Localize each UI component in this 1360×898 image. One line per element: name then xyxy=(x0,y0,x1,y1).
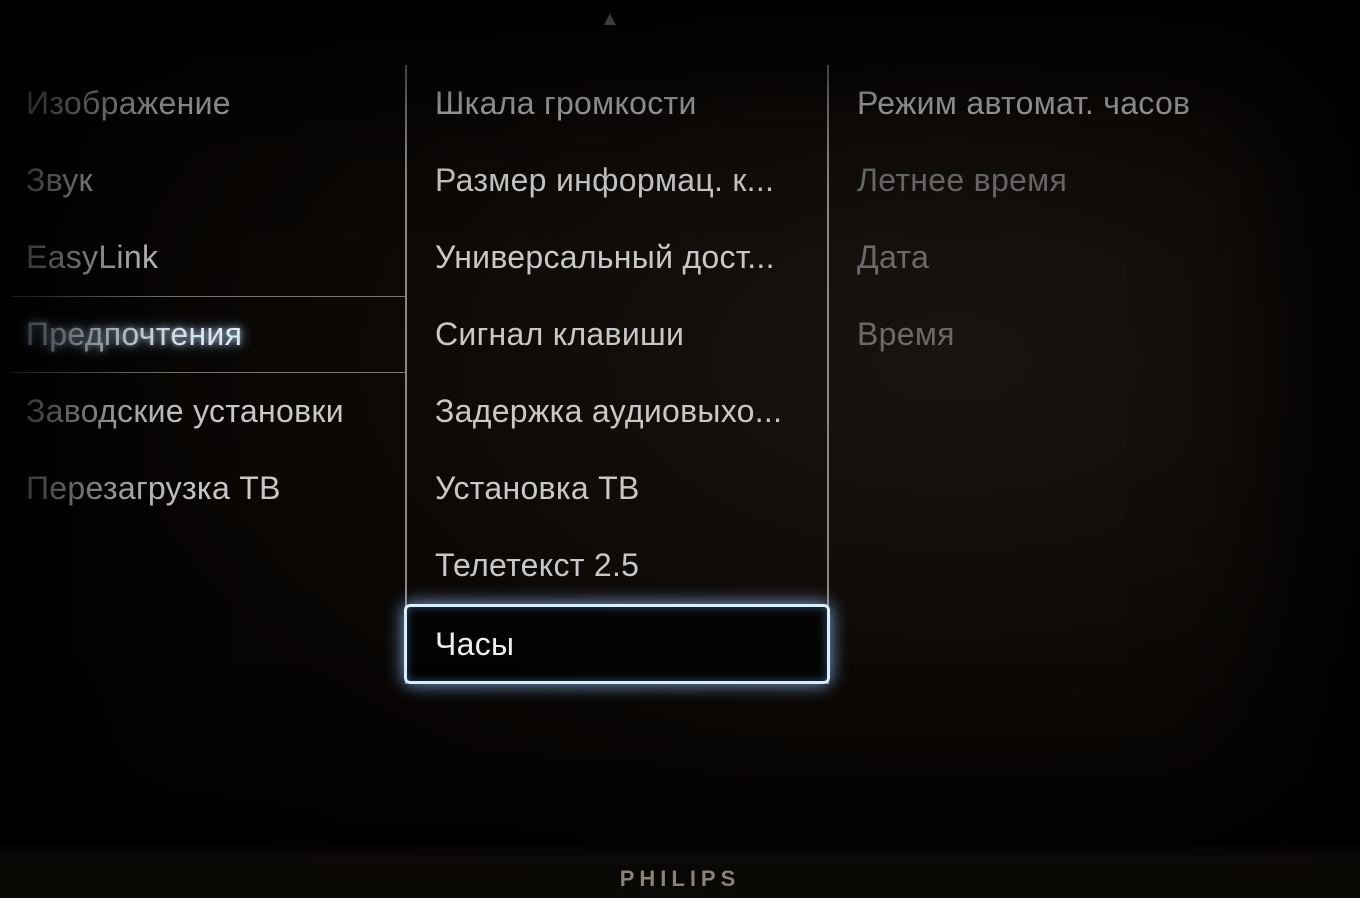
menu-item-clock[interactable]: Часы xyxy=(404,604,830,684)
scroll-up-icon[interactable]: ▲ xyxy=(600,8,620,31)
menu-item-auto-clock[interactable]: Режим автомат. часов xyxy=(829,65,1239,142)
menu-item-info-size[interactable]: Размер информац. к... xyxy=(407,142,827,219)
menu-item-tv-setup[interactable]: Установка ТВ xyxy=(407,450,827,527)
menu-column-right: Режим автомат. часов Летнее время Дата В… xyxy=(829,65,1239,684)
menu-item-key-beep[interactable]: Сигнал клавиши xyxy=(407,296,827,373)
brand-logo: PHILIPS xyxy=(620,866,741,892)
menu-item-preferences[interactable]: Предпочтения xyxy=(12,296,405,373)
menu-item-reboot[interactable]: Перезагрузка ТВ xyxy=(12,450,405,527)
menu-item-sound[interactable]: Звук xyxy=(12,142,405,219)
menu-container: Изображение Звук EasyLink Предпочтения З… xyxy=(12,65,1242,684)
menu-item-image[interactable]: Изображение xyxy=(12,65,405,142)
menu-column-left: Изображение Звук EasyLink Предпочтения З… xyxy=(12,65,407,684)
menu-item-time: Время xyxy=(829,296,1239,373)
menu-column-middle: Шкала громкости Размер информац. к... Ун… xyxy=(407,65,829,684)
menu-item-volume-bar[interactable]: Шкала громкости xyxy=(407,65,827,142)
menu-item-easylink[interactable]: EasyLink xyxy=(12,219,405,296)
menu-item-teletext[interactable]: Телетекст 2.5 xyxy=(407,527,827,604)
menu-item-universal-access[interactable]: Универсальный дост... xyxy=(407,219,827,296)
menu-item-factory[interactable]: Заводские установки xyxy=(12,373,405,450)
menu-item-date: Дата xyxy=(829,219,1239,296)
menu-item-dst: Летнее время xyxy=(829,142,1239,219)
menu-item-audio-delay[interactable]: Задержка аудиовыхо... xyxy=(407,373,827,450)
